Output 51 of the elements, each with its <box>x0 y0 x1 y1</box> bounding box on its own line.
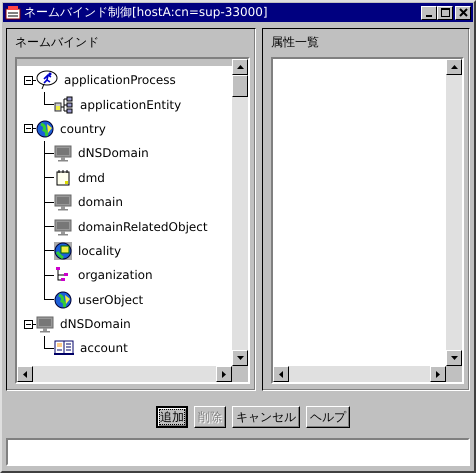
tree-item[interactable]: domain <box>76 195 125 210</box>
tree-item[interactable]: locality <box>76 244 124 258</box>
running-figure-icon <box>36 70 58 90</box>
down-arrow-icon <box>236 356 244 360</box>
tree-item[interactable]: dmd <box>76 170 107 185</box>
minimize-icon <box>426 14 432 16</box>
tree-item[interactable]: dNSDomain <box>76 146 151 160</box>
monitor-icon <box>54 144 72 162</box>
close-button[interactable] <box>455 6 471 20</box>
collapse-toggle-icon[interactable] <box>24 124 33 134</box>
monitor-icon <box>36 315 54 334</box>
globe-icon <box>54 290 72 309</box>
vertical-scrollbar[interactable] <box>232 59 248 366</box>
tree-item[interactable]: applicationEntity <box>78 98 184 112</box>
app-icon <box>5 4 21 20</box>
right-arrow-icon <box>436 370 440 378</box>
globe-map-icon <box>54 242 72 260</box>
panel-title: ネームバインド <box>15 35 100 49</box>
scrollbar-thumb[interactable] <box>232 75 248 97</box>
tree-item[interactable]: userObject <box>76 292 146 307</box>
tree-item[interactable]: organization <box>76 268 155 282</box>
minimize-button[interactable] <box>421 6 437 20</box>
dialog-button[interactable]: 追加 <box>156 406 188 428</box>
window-title: ネームバインド制御[hostA:cn=sup-33000] <box>24 4 269 21</box>
down-arrow-icon <box>450 356 458 360</box>
tree-item[interactable]: country <box>58 122 108 136</box>
horizontal-scrollbar[interactable] <box>17 366 232 382</box>
tree-item[interactable]: applicationProcess <box>62 73 178 88</box>
monitor-icon <box>54 193 72 212</box>
tree-item[interactable]: account <box>78 341 130 356</box>
monitor-icon <box>54 218 72 236</box>
collapse-toggle-icon[interactable] <box>24 76 33 85</box>
panel-title: 属性一覧 <box>271 35 320 49</box>
horizontal-scrollbar[interactable] <box>273 366 446 382</box>
right-arrow-icon <box>222 370 226 378</box>
close-icon <box>458 8 468 17</box>
tree-item[interactable]: dNSDomain <box>58 317 133 332</box>
collapse-toggle-icon[interactable] <box>24 320 33 329</box>
maximize-icon <box>440 8 450 17</box>
left-arrow-icon <box>23 370 27 378</box>
open-book-icon <box>54 340 74 356</box>
maximize-button[interactable] <box>437 6 453 20</box>
notepad-icon <box>54 168 72 187</box>
up-arrow-icon <box>236 65 244 69</box>
tree-item[interactable]: domainRelatedObject <box>76 220 210 234</box>
dialog-button[interactable]: キャンセル <box>232 406 300 428</box>
up-arrow-icon <box>450 65 458 69</box>
globe-icon <box>36 120 54 138</box>
left-arrow-icon <box>279 370 283 378</box>
dialog-button[interactable]: ヘルプ <box>306 406 350 428</box>
vertical-scrollbar[interactable] <box>446 59 462 366</box>
